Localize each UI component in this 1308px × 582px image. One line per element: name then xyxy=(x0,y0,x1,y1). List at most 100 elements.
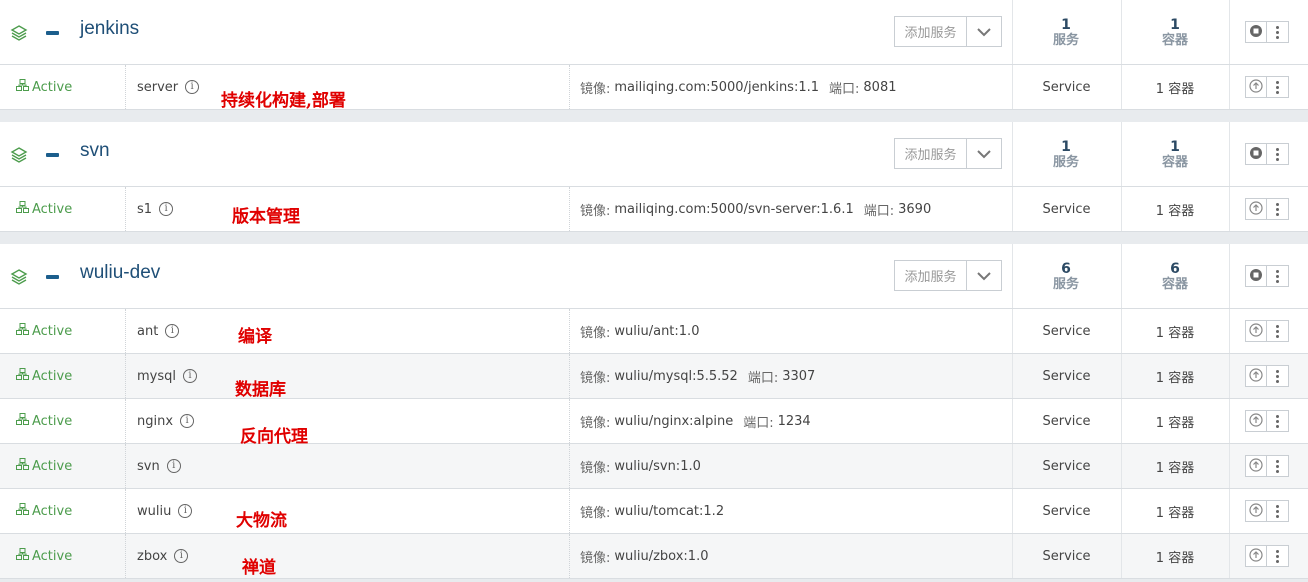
upgrade-service-button[interactable] xyxy=(1245,198,1267,220)
divider xyxy=(1121,534,1122,578)
divider xyxy=(1121,65,1122,109)
info-icon[interactable]: i xyxy=(185,80,200,94)
info-icon[interactable]: i xyxy=(174,549,189,563)
service-image-cell: 镜像: wuliu/ant:1.0 xyxy=(570,309,1012,353)
service-menu-button[interactable] xyxy=(1267,455,1289,477)
stack-name[interactable]: jenkins xyxy=(80,18,139,40)
stop-stack-button[interactable] xyxy=(1245,143,1267,165)
container-count-label: 容器 xyxy=(1161,33,1188,48)
service-row: Active nginx i 镜像: wuliu/nginx:alpine 端口: 1234… xyxy=(0,399,1308,444)
port-prefix: 端口: xyxy=(863,203,895,219)
upgrade-service-button[interactable] xyxy=(1245,455,1267,477)
info-icon[interactable]: i xyxy=(178,504,193,518)
stack-actions xyxy=(1245,143,1289,165)
service-nodes-icon xyxy=(16,201,32,217)
collapse-toggle[interactable] xyxy=(46,275,59,279)
service-type: Service xyxy=(1042,323,1091,339)
service-row: Active s1 i 镜像: mailiqing.com:5000/svn-serve… xyxy=(0,187,1308,232)
image-prefix: 镜像: xyxy=(580,550,611,566)
service-name-link[interactable]: svn xyxy=(137,459,160,474)
add-service-button[interactable]: 添加服务 xyxy=(894,260,967,291)
service-name-link[interactable]: s1 xyxy=(137,202,152,217)
service-actions xyxy=(1245,455,1289,477)
info-icon[interactable]: i xyxy=(180,414,195,428)
service-name-link[interactable]: server xyxy=(137,80,178,95)
service-containers: 1 容器 xyxy=(1155,505,1195,521)
service-name-link[interactable]: wuliu xyxy=(137,504,171,519)
info-icon[interactable]: i xyxy=(159,202,174,216)
container-count-label: 容器 xyxy=(1161,277,1188,292)
service-menu-button[interactable] xyxy=(1267,410,1289,432)
service-image-cell: 镜像: wuliu/svn:1.0 xyxy=(570,444,1012,488)
service-image-cell: 镜像: wuliu/nginx:alpine 端口: 1234 xyxy=(570,399,1012,443)
image-value: mailiqing.com:5000/jenkins:1.1 xyxy=(614,79,820,95)
stop-stack-button[interactable] xyxy=(1245,265,1267,287)
divider xyxy=(1012,187,1013,231)
info-icon[interactable]: i xyxy=(165,324,180,338)
service-menu-button[interactable] xyxy=(1267,198,1289,220)
stack-name[interactable]: svn xyxy=(80,140,110,162)
service-name-link[interactable]: mysql xyxy=(137,369,176,384)
upgrade-service-button[interactable] xyxy=(1245,365,1267,387)
add-service-button[interactable]: 添加服务 xyxy=(894,16,967,47)
divider xyxy=(1229,122,1230,186)
service-image-cell: 镜像: mailiqing.com:5000/jenkins:1.1 端口: 8081 xyxy=(570,65,1012,109)
info-icon[interactable]: i xyxy=(183,369,197,383)
service-menu-button[interactable] xyxy=(1267,500,1289,522)
service-name-cell: mysql i xyxy=(126,354,570,398)
divider xyxy=(1229,399,1230,443)
service-menu-button[interactable] xyxy=(1267,545,1289,567)
container-count: 1 容器 xyxy=(1121,17,1229,49)
collapse-toggle[interactable] xyxy=(46,31,59,35)
upgrade-service-button[interactable] xyxy=(1245,500,1267,522)
add-service-dropdown[interactable] xyxy=(967,260,1002,291)
collapse-toggle[interactable] xyxy=(46,153,59,157)
service-menu-button[interactable] xyxy=(1267,76,1289,98)
service-nodes-icon xyxy=(16,503,32,519)
add-service-button[interactable]: 添加服务 xyxy=(894,138,967,169)
state-label: Active xyxy=(32,503,73,519)
upgrade-service-button[interactable] xyxy=(1245,320,1267,342)
service-count-value: 1 xyxy=(1061,139,1071,155)
service-name-link[interactable]: nginx xyxy=(137,414,173,429)
image-value: wuliu/tomcat:1.2 xyxy=(614,503,725,519)
stack-menu-button[interactable] xyxy=(1267,21,1289,43)
add-service-dropdown[interactable] xyxy=(967,16,1002,47)
upgrade-service-button[interactable] xyxy=(1245,410,1267,432)
service-name-link[interactable]: zbox xyxy=(137,549,167,564)
image-prefix: 镜像: xyxy=(580,81,611,97)
more-vertical-icon xyxy=(1276,202,1279,216)
stack-menu-button[interactable] xyxy=(1267,265,1289,287)
annotation-label: 持续化构建,部署 xyxy=(221,91,346,111)
service-state: Active xyxy=(0,489,126,533)
add-service-dropdown[interactable] xyxy=(967,138,1002,169)
service-name-link[interactable]: ant xyxy=(137,324,158,339)
stop-stack-button[interactable] xyxy=(1245,21,1267,43)
service-menu-button[interactable] xyxy=(1267,320,1289,342)
service-name-cell: svn i xyxy=(126,444,570,488)
service-state: Active xyxy=(0,354,126,398)
state-label: Active xyxy=(32,458,73,474)
divider xyxy=(1229,0,1230,64)
divider xyxy=(1012,489,1013,533)
divider xyxy=(1012,354,1013,398)
stack-menu-button[interactable] xyxy=(1267,143,1289,165)
stack-name[interactable]: wuliu-dev xyxy=(80,262,160,284)
more-vertical-icon xyxy=(1276,25,1279,39)
service-containers: 1 容器 xyxy=(1155,203,1195,219)
stop-icon xyxy=(1249,267,1263,286)
container-count: 1 容器 xyxy=(1121,139,1229,171)
divider xyxy=(1229,354,1230,398)
info-icon[interactable]: i xyxy=(166,459,181,473)
service-menu-button[interactable] xyxy=(1267,365,1289,387)
annotation-label: 禅道 xyxy=(242,558,276,578)
divider xyxy=(1229,187,1230,231)
stack-2: wuliu-dev 添加服务 6 服务 6 容器 Active ant i 镜像: wuliu/an… xyxy=(0,244,1308,579)
chevron-down-icon xyxy=(977,144,991,163)
divider xyxy=(1012,65,1013,109)
service-containers: 1 容器 xyxy=(1155,460,1195,476)
upgrade-service-button[interactable] xyxy=(1245,76,1267,98)
stop-icon xyxy=(1249,23,1263,42)
upgrade-service-button[interactable] xyxy=(1245,545,1267,567)
annotation-label: 数据库 xyxy=(235,380,286,400)
